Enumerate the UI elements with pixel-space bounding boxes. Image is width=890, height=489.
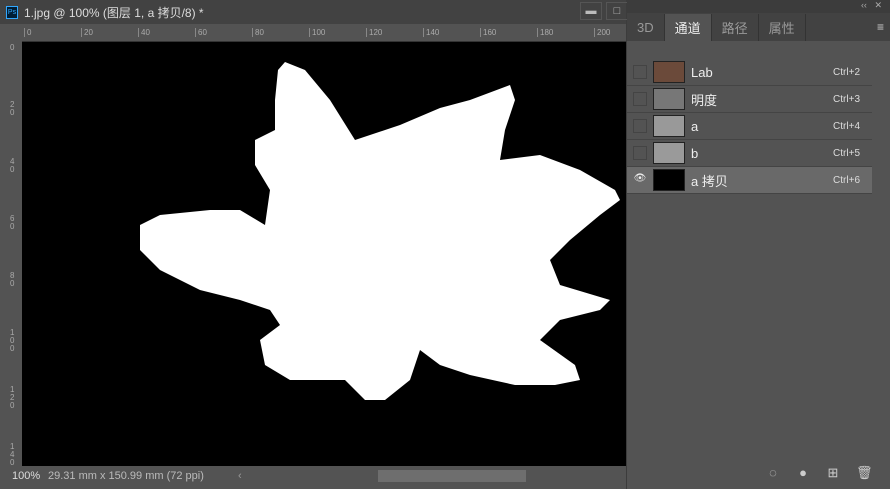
channel-thumbnail [653,115,685,137]
delete-channel-icon[interactable]: 🗑 [856,465,873,481]
ruler-tick: 60 [10,214,15,231]
ruler-tick: 40 [138,28,150,37]
channel-row[interactable]: 👁 a 拷贝 Ctrl+6 [627,167,872,194]
channel-shortcut: Ctrl+3 [833,93,860,105]
new-channel-icon[interactable]: ⊞ [826,465,840,481]
channel-thumbnail [653,88,685,110]
vertical-ruler[interactable]: 0 20 40 60 80 100 120 140 [4,42,22,467]
ruler-tick: 140 [423,28,439,37]
canvas[interactable] [22,42,626,466]
ruler-tick: 180 [537,28,553,37]
scroll-left-button[interactable]: ‹ [238,470,242,482]
panel-menu-icon[interactable]: ≡ [877,20,884,34]
close-icon[interactable]: ✕ [874,0,882,10]
ruler-tick: 60 [195,28,207,37]
flower-mask-image [140,62,620,400]
channel-thumbnail [653,142,685,164]
ruler-tick: 160 [480,28,496,37]
visibility-toggle[interactable] [633,92,647,106]
tab-properties[interactable]: 属性 [759,14,806,41]
visibility-toggle[interactable] [633,65,647,79]
document-tab[interactable]: Ps 1.jpg @ 100% (图层 1, a 拷贝/8) * ▬ □ [0,0,628,24]
horizontal-scrollbar[interactable] [378,470,526,482]
ruler-tick: 100 [10,328,15,353]
document-title: 1.jpg @ 100% (图层 1, a 拷贝/8) * [24,5,204,20]
eye-icon[interactable]: 👁 [633,173,647,187]
channel-thumbnail [653,61,685,83]
channel-name: a [691,118,699,134]
horizontal-ruler[interactable]: 0 20 40 60 80 100 120 140 160 180 200 [22,24,626,42]
status-bar: 100% 29.31 mm x 150.99 mm (72 ppi) ‹ [4,466,626,486]
document-window: Ps 1.jpg @ 100% (图层 1, a 拷贝/8) * ▬ □ 0 20… [0,0,628,489]
photoshop-icon: Ps [6,5,18,19]
channel-shortcut: Ctrl+5 [833,147,860,159]
channel-shortcut: Ctrl+4 [833,120,860,132]
channel-name: Lab [691,64,713,80]
channel-thumbnail [653,169,685,191]
ruler-tick: 20 [81,28,93,37]
channels-panel: ‹‹ ✕ 3D 通道 路径 属性 ≡ Lab Ctrl+2 明度 Ctrl+3 … [627,0,890,489]
visibility-toggle[interactable] [633,146,647,160]
load-selection-icon[interactable]: ◌ [766,465,780,481]
tab-3d[interactable]: 3D [627,14,665,41]
ruler-tick: 0 [24,28,31,37]
channel-name: b [691,145,699,161]
ruler-tick: 140 [10,442,15,467]
channel-name: a 拷贝 [691,173,728,189]
channel-shortcut: Ctrl+6 [833,174,860,186]
ruler-tick: 100 [309,28,325,37]
zoom-level[interactable]: 100% [4,470,48,482]
collapse-icon[interactable]: ‹‹ [861,0,867,10]
visibility-toggle[interactable] [633,119,647,133]
channel-row[interactable]: Lab Ctrl+2 [627,59,872,86]
channel-row[interactable]: a Ctrl+4 [627,113,872,140]
minimize-button[interactable]: ▬ [580,2,602,20]
ruler-tick: 200 [594,28,610,37]
ruler-tick: 80 [10,271,15,288]
tab-channels[interactable]: 通道 [664,14,712,41]
ruler-tick: 20 [10,100,15,117]
channel-name: 明度 [691,92,718,108]
channel-shortcut: Ctrl+2 [833,66,860,78]
maximize-button[interactable]: □ [606,2,628,20]
channel-row[interactable]: 明度 Ctrl+3 [627,86,872,113]
document-info[interactable]: 29.31 mm x 150.99 mm (72 ppi) [48,470,238,482]
tab-paths[interactable]: 路径 [712,14,759,41]
ruler-tick: 80 [252,28,264,37]
ruler-tick: 40 [10,157,15,174]
ruler-tick: 120 [366,28,382,37]
ruler-tick: 0 [10,43,15,52]
save-selection-icon[interactable]: ● [796,465,810,481]
channel-row[interactable]: b Ctrl+5 [627,140,872,167]
ruler-tick: 120 [10,385,15,410]
